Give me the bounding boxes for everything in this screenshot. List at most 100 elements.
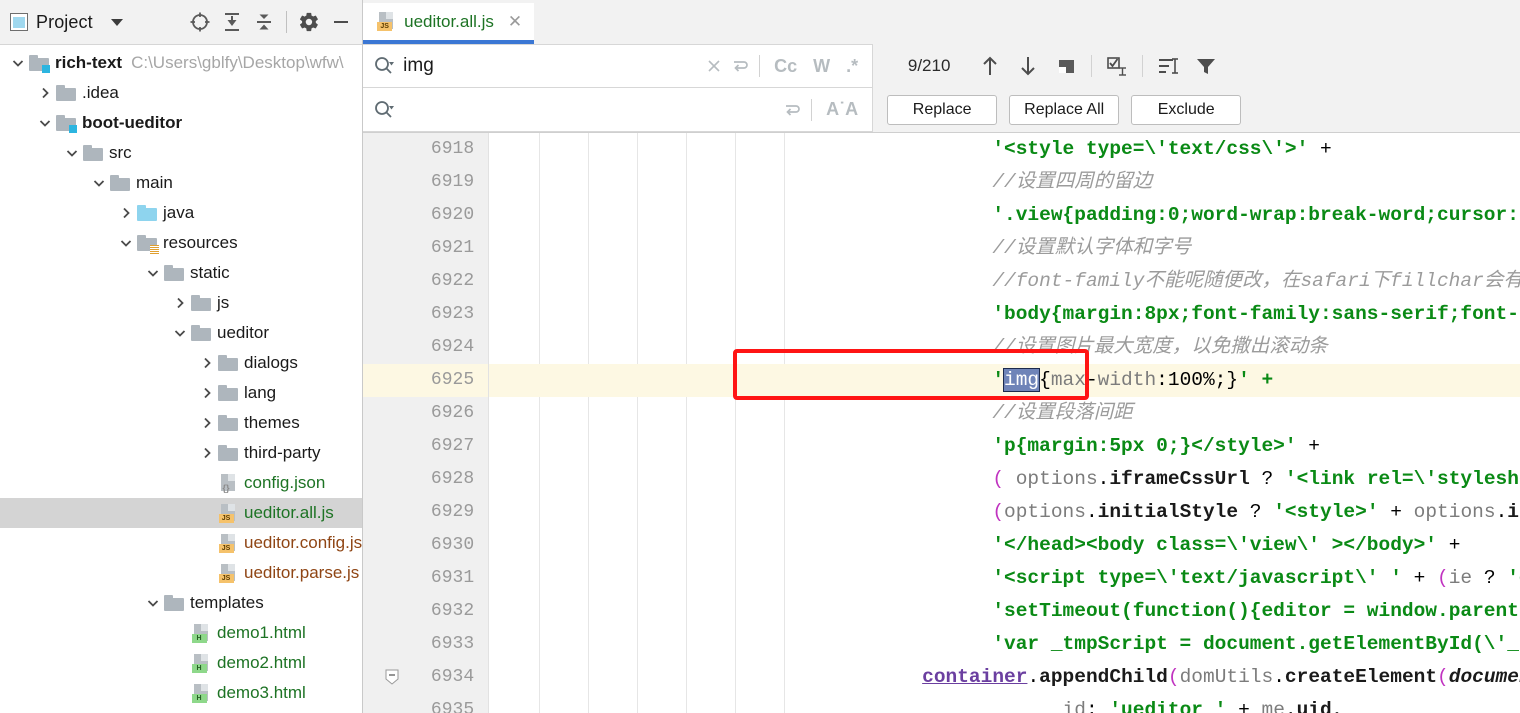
settings-gear-icon[interactable] bbox=[294, 7, 324, 37]
code-line[interactable]: //font-family不能呢随便改，在safari下fillchar会有解析… bbox=[489, 265, 1520, 298]
code-line[interactable]: '.view{padding:0;word-wrap:break-word;cu… bbox=[489, 199, 1520, 232]
chevron-right-icon[interactable] bbox=[197, 356, 217, 370]
tree-item-third-party[interactable]: third-party bbox=[0, 438, 362, 468]
tree-item-ueditor-all-js[interactable]: JS ueditor.all.js bbox=[0, 498, 363, 528]
tree-item-themes[interactable]: themes bbox=[0, 408, 362, 438]
tree-item-ueditor[interactable]: ueditor bbox=[0, 318, 362, 348]
arrow-down-icon[interactable] bbox=[1009, 49, 1047, 83]
code-line[interactable]: ( options.iframeCssUrl ? '<link rel=\'st… bbox=[489, 463, 1520, 496]
tree-item-templates[interactable]: templates bbox=[0, 588, 362, 618]
tree-item-ueditor-parse-js[interactable]: JS ueditor.parse.js bbox=[0, 558, 362, 588]
code-line[interactable]: '<style type=\'text/css\'>' + bbox=[489, 133, 1520, 166]
search-input[interactable] bbox=[403, 55, 702, 77]
expand-all-icon[interactable] bbox=[217, 7, 247, 37]
tree-item-dialogs[interactable]: dialogs bbox=[0, 348, 362, 378]
chevron-right-icon[interactable] bbox=[197, 446, 217, 460]
chevron-right-icon[interactable] bbox=[170, 296, 190, 310]
regex-toggle[interactable]: .* bbox=[838, 56, 866, 77]
match-case-toggle[interactable]: Cc bbox=[766, 56, 805, 77]
code-content[interactable]: '<style type=\'text/css\'>' + //设置四周的留边 … bbox=[489, 133, 1520, 713]
preserve-case-toggle[interactable]: A˙A bbox=[818, 99, 866, 120]
locate-target-icon[interactable] bbox=[185, 7, 215, 37]
words-toggle[interactable]: W bbox=[805, 56, 838, 77]
filter-list-icon[interactable] bbox=[1149, 49, 1187, 83]
tree-item-java[interactable]: java bbox=[0, 198, 362, 228]
replace-dropdown-icon[interactable] bbox=[373, 99, 395, 121]
line-number[interactable]: 6928 bbox=[363, 463, 488, 496]
line-number[interactable]: 6930 bbox=[363, 529, 488, 562]
filter-icon[interactable] bbox=[1187, 49, 1225, 83]
chevron-right-icon[interactable] bbox=[35, 86, 55, 100]
line-number[interactable]: 6921 bbox=[363, 232, 488, 265]
line-number[interactable]: 6932 bbox=[363, 595, 488, 628]
tree-item-main[interactable]: main bbox=[0, 168, 362, 198]
replace-input[interactable] bbox=[403, 98, 780, 121]
select-all-occurrences-icon[interactable] bbox=[1098, 49, 1136, 83]
chevron-right-icon[interactable] bbox=[197, 386, 217, 400]
search-history-icon[interactable] bbox=[727, 51, 753, 81]
replace-button[interactable]: Replace bbox=[887, 95, 998, 125]
project-tool-window-title[interactable]: Project bbox=[6, 12, 127, 33]
tree-item-boot-ueditor[interactable]: boot-ueditor bbox=[0, 108, 362, 138]
code-line[interactable]: //设置图片最大宽度，以免撒出滚动条 bbox=[489, 331, 1520, 364]
line-number[interactable]: 6924 bbox=[363, 331, 488, 364]
line-number[interactable]: 6926 bbox=[363, 397, 488, 430]
replace-all-button[interactable]: Replace All bbox=[1009, 95, 1120, 125]
tree-item-js[interactable]: js bbox=[0, 288, 362, 318]
tree-item-config-json[interactable]: {} config.json bbox=[0, 468, 362, 498]
line-number[interactable]: 6923 bbox=[363, 298, 488, 331]
line-number-gutter[interactable]: 6918 6919 6920 6921 6922 6923 6924 6925 6926 6927… bbox=[363, 133, 490, 713]
code-line[interactable]: 'img{max-width:100%;}' + bbox=[489, 364, 1520, 397]
chevron-right-icon[interactable] bbox=[197, 416, 217, 430]
minimize-icon[interactable] bbox=[326, 7, 356, 37]
line-number[interactable]: 6927 bbox=[363, 430, 488, 463]
code-line[interactable]: 'body{margin:8px;font-family:sans-serif;… bbox=[489, 298, 1520, 331]
tree-item-static[interactable]: static bbox=[0, 258, 362, 288]
project-tree[interactable]: rich-text C:\Users\gblfy\Desktop\wfw\ .ide… bbox=[0, 45, 363, 713]
code-line[interactable]: //设置默认字体和字号 bbox=[489, 232, 1520, 265]
chevron-down-icon[interactable] bbox=[143, 266, 163, 280]
chevron-down-icon[interactable] bbox=[8, 56, 28, 70]
tree-item-rich-text[interactable]: rich-text C:\Users\gblfy\Desktop\wfw\ bbox=[0, 48, 362, 78]
chevron-down-icon[interactable] bbox=[116, 236, 136, 250]
tree-item-src[interactable]: src bbox=[0, 138, 362, 168]
tree-item-index-html[interactable]: Hindex.html bbox=[0, 708, 362, 713]
chevron-down-icon[interactable] bbox=[35, 116, 55, 130]
close-icon[interactable]: ✕ bbox=[508, 12, 522, 32]
line-number[interactable]: 6934 bbox=[363, 661, 488, 694]
code-line[interactable]: 'var _tmpScript = document.getElementByI… bbox=[489, 628, 1520, 661]
code-line[interactable]: '<script type=\'text/javascript\' ' + (i… bbox=[489, 562, 1520, 595]
tree-item-demo1-html[interactable]: Hdemo1.html bbox=[0, 618, 362, 648]
line-number[interactable]: 6929 bbox=[363, 496, 488, 529]
tree-item-resources[interactable]: resources bbox=[0, 228, 362, 258]
code-line[interactable]: (options.initialStyle ? '<style>' + opti… bbox=[489, 496, 1520, 529]
chevron-down-icon[interactable] bbox=[62, 146, 82, 160]
chevron-right-icon[interactable] bbox=[116, 206, 136, 220]
code-editor[interactable]: 6918 6919 6920 6921 6922 6923 6924 6925 6926 6927… bbox=[363, 133, 1520, 713]
code-line[interactable]: 'setTimeout(function(){editor = window.p… bbox=[489, 595, 1520, 628]
search-dropdown-icon[interactable] bbox=[373, 55, 395, 77]
chevron-down-icon[interactable] bbox=[110, 18, 123, 26]
line-number[interactable]: 6935 bbox=[363, 694, 488, 713]
tree-item-demo2-html[interactable]: Hdemo2.html bbox=[0, 648, 362, 678]
code-line[interactable]: id: 'ueditor_' + me.uid, bbox=[489, 694, 1520, 713]
open-in-find-window-icon[interactable] bbox=[1047, 49, 1085, 83]
chevron-down-icon[interactable] bbox=[89, 176, 109, 190]
editor-tab-ueditor-all-js[interactable]: JS ueditor.all.js ✕ bbox=[363, 3, 535, 44]
code-line[interactable]: //设置段落间距 bbox=[489, 397, 1520, 430]
clear-icon[interactable] bbox=[701, 51, 727, 81]
exclude-button[interactable]: Exclude bbox=[1131, 95, 1242, 125]
tree-item--idea[interactable]: .idea bbox=[0, 78, 362, 108]
line-number[interactable]: 6920 bbox=[363, 199, 488, 232]
line-number[interactable]: 6922 bbox=[363, 265, 488, 298]
tree-item-ueditor-config-js[interactable]: JS ueditor.config.js bbox=[0, 528, 362, 558]
line-number[interactable]: 6933 bbox=[363, 628, 488, 661]
code-line[interactable]: 'p{margin:5px 0;}</style>' + bbox=[489, 430, 1520, 463]
line-number[interactable]: 6925 bbox=[363, 364, 489, 397]
replace-history-icon[interactable] bbox=[779, 95, 805, 125]
tree-item-lang[interactable]: lang bbox=[0, 378, 362, 408]
code-line[interactable]: '</head><body class=\'view\' ></body>' + bbox=[489, 529, 1520, 562]
arrow-up-icon[interactable] bbox=[971, 49, 1009, 83]
code-line[interactable]: //设置四周的留边 bbox=[489, 166, 1520, 199]
tree-item-demo3-html[interactable]: Hdemo3.html bbox=[0, 678, 362, 708]
